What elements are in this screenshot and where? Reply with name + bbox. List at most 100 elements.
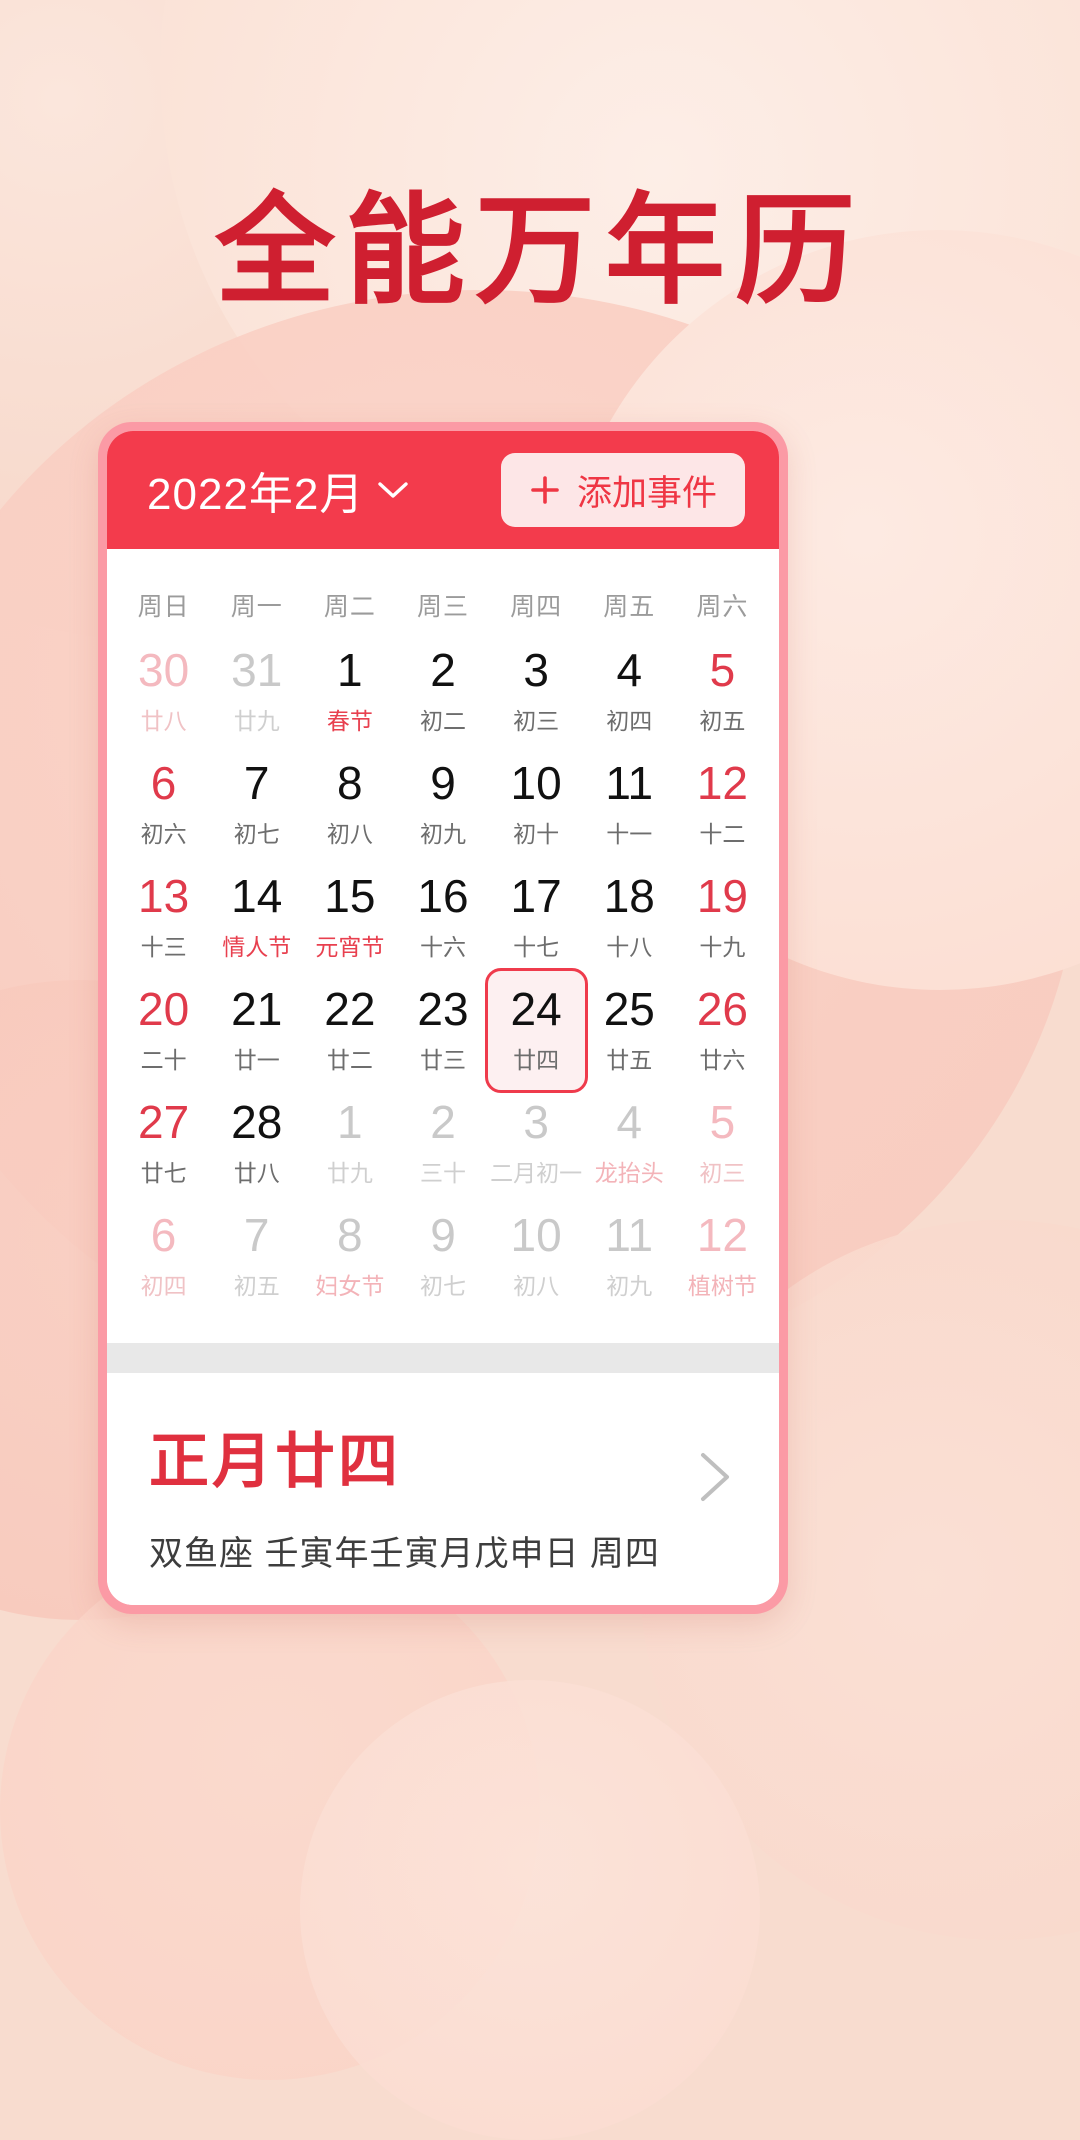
section-separator <box>107 1343 779 1373</box>
day-lunar-label: 十一 <box>606 821 653 847</box>
day-cell[interactable]: 12 植树节 <box>676 1200 769 1313</box>
weekday-label: 周四 <box>510 593 563 621</box>
day-lunar-label: 廿七 <box>140 1160 187 1186</box>
day-number: 8 <box>337 1209 363 1261</box>
weekday-label: 周六 <box>696 593 749 621</box>
day-cell[interactable]: 16 十六 <box>396 861 489 974</box>
day-lunar-label: 初四 <box>606 708 653 734</box>
day-cell[interactable]: 25 廿五 <box>583 974 676 1087</box>
day-cell[interactable]: 4 龙抬头 <box>583 1087 676 1200</box>
day-cell[interactable]: 3 二月初一 <box>490 1087 583 1200</box>
day-number: 15 <box>324 870 376 922</box>
day-detail-panel[interactable]: 正月廿四 双鱼座 壬寅年壬寅月戊申日 周四 <box>107 1373 779 1605</box>
day-number: 23 <box>417 983 469 1035</box>
day-number: 25 <box>603 983 655 1035</box>
day-number: 18 <box>603 870 655 922</box>
day-cell[interactable]: 1 春节 <box>303 635 396 748</box>
day-cell[interactable]: 5 初五 <box>676 635 769 748</box>
day-number: 2 <box>430 644 456 696</box>
day-cell[interactable]: 28 廿八 <box>210 1087 303 1200</box>
day-lunar-label: 廿六 <box>699 1047 746 1073</box>
day-number: 9 <box>430 757 456 809</box>
day-cell[interactable]: 18 十八 <box>583 861 676 974</box>
day-cell[interactable]: 8 初八 <box>303 748 396 861</box>
day-lunar-label: 二月初一 <box>490 1160 583 1186</box>
day-cell[interactable]: 20 二十 <box>117 974 210 1087</box>
day-cell[interactable]: 7 初五 <box>210 1200 303 1313</box>
day-cell[interactable]: 17 十七 <box>490 861 583 974</box>
day-lunar-label: 十六 <box>419 934 466 960</box>
day-cell[interactable]: 6 初四 <box>117 1200 210 1313</box>
day-cell[interactable]: 6 初六 <box>117 748 210 861</box>
day-cell[interactable]: 1 廿九 <box>303 1087 396 1200</box>
day-lunar-label: 廿九 <box>326 1160 373 1186</box>
day-number: 5 <box>709 644 736 696</box>
day-number: 9 <box>430 1209 456 1261</box>
day-number: 24 <box>510 983 562 1035</box>
day-lunar-label: 廿九 <box>233 708 280 734</box>
day-cell[interactable]: 4 初四 <box>583 635 676 748</box>
day-lunar-label: 初八 <box>513 1273 560 1299</box>
day-cell[interactable]: 9 初七 <box>396 1200 489 1313</box>
day-number: 3 <box>523 644 549 696</box>
day-cell-selected[interactable]: 24 廿四 <box>484 968 588 1093</box>
day-cell[interactable]: 12 十二 <box>676 748 769 861</box>
day-cell[interactable]: 23 廿三 <box>396 974 489 1087</box>
day-number: 26 <box>696 983 748 1035</box>
month-selector[interactable]: 2022年2月 <box>147 458 409 522</box>
day-number: 22 <box>324 983 376 1035</box>
day-festival-label: 植树节 <box>687 1273 757 1299</box>
chevron-right-icon[interactable] <box>695 1449 735 1505</box>
day-cell[interactable]: 9 初九 <box>396 748 489 861</box>
day-cell[interactable]: 8 妇女节 <box>303 1200 396 1313</box>
day-lunar-label: 初七 <box>233 821 280 847</box>
day-number: 2 <box>430 1096 456 1148</box>
day-number: 17 <box>510 870 562 922</box>
day-cell[interactable]: 5 初三 <box>676 1087 769 1200</box>
day-lunar-label: 初三 <box>699 1160 746 1186</box>
day-cell[interactable]: 3 初三 <box>490 635 583 748</box>
day-cell[interactable]: 19 十九 <box>676 861 769 974</box>
day-number: 4 <box>616 644 643 696</box>
day-cell[interactable]: 27 廿七 <box>117 1087 210 1200</box>
day-cell[interactable]: 10 初十 <box>490 748 583 861</box>
day-number: 12 <box>696 1209 748 1261</box>
day-number: 10 <box>510 1209 562 1261</box>
day-cell[interactable]: 2 三十 <box>396 1087 489 1200</box>
day-cell[interactable]: 10 初八 <box>490 1200 583 1313</box>
day-number: 1 <box>337 644 363 696</box>
day-number: 21 <box>231 983 283 1035</box>
day-number: 7 <box>243 757 270 809</box>
day-number: 5 <box>709 1096 736 1148</box>
day-lunar-label: 廿八 <box>233 1160 280 1186</box>
day-lunar-label: 十八 <box>606 934 653 960</box>
day-cell[interactable]: 26 廿六 <box>676 974 769 1087</box>
day-cell[interactable]: 22 廿二 <box>303 974 396 1087</box>
day-detail-subline: 双鱼座 壬寅年壬寅月戊申日 周四 <box>149 1535 660 1573</box>
day-cell[interactable]: 30 廿八 <box>117 635 210 748</box>
day-number: 12 <box>696 757 748 809</box>
day-cell[interactable]: 11 初九 <box>583 1200 676 1313</box>
day-number: 7 <box>243 1209 270 1261</box>
day-number: 13 <box>137 870 190 922</box>
day-cell[interactable]: 13 十三 <box>117 861 210 974</box>
day-festival-label: 妇女节 <box>315 1273 385 1299</box>
day-grid: 30 廿八 31 廿九 1 春节 2 初二 3 初三 4 初四 5 初五 6 初六 7 初七 8 初八 9 初九 10 初十 1… <box>107 629 779 1343</box>
day-cell[interactable]: 7 初七 <box>210 748 303 861</box>
day-lunar-label: 初七 <box>419 1273 466 1299</box>
day-cell[interactable]: 15 元宵节 <box>303 861 396 974</box>
day-number: 3 <box>523 1096 549 1148</box>
day-lunar-label: 三十 <box>419 1160 466 1186</box>
weekday-label: 周三 <box>416 593 469 621</box>
add-event-button[interactable]: 添加事件 <box>500 453 745 527</box>
day-cell[interactable]: 14 情人节 <box>210 861 303 974</box>
day-lunar-label: 十二 <box>699 821 746 847</box>
day-lunar-label: 初三 <box>513 708 560 734</box>
day-cell[interactable]: 11 十一 <box>583 748 676 861</box>
day-cell[interactable]: 31 廿九 <box>210 635 303 748</box>
day-number: 8 <box>337 757 363 809</box>
day-cell[interactable]: 2 初二 <box>396 635 489 748</box>
day-festival-label: 龙抬头 <box>594 1160 664 1186</box>
chevron-down-icon <box>378 482 409 498</box>
day-cell[interactable]: 21 廿一 <box>210 974 303 1087</box>
